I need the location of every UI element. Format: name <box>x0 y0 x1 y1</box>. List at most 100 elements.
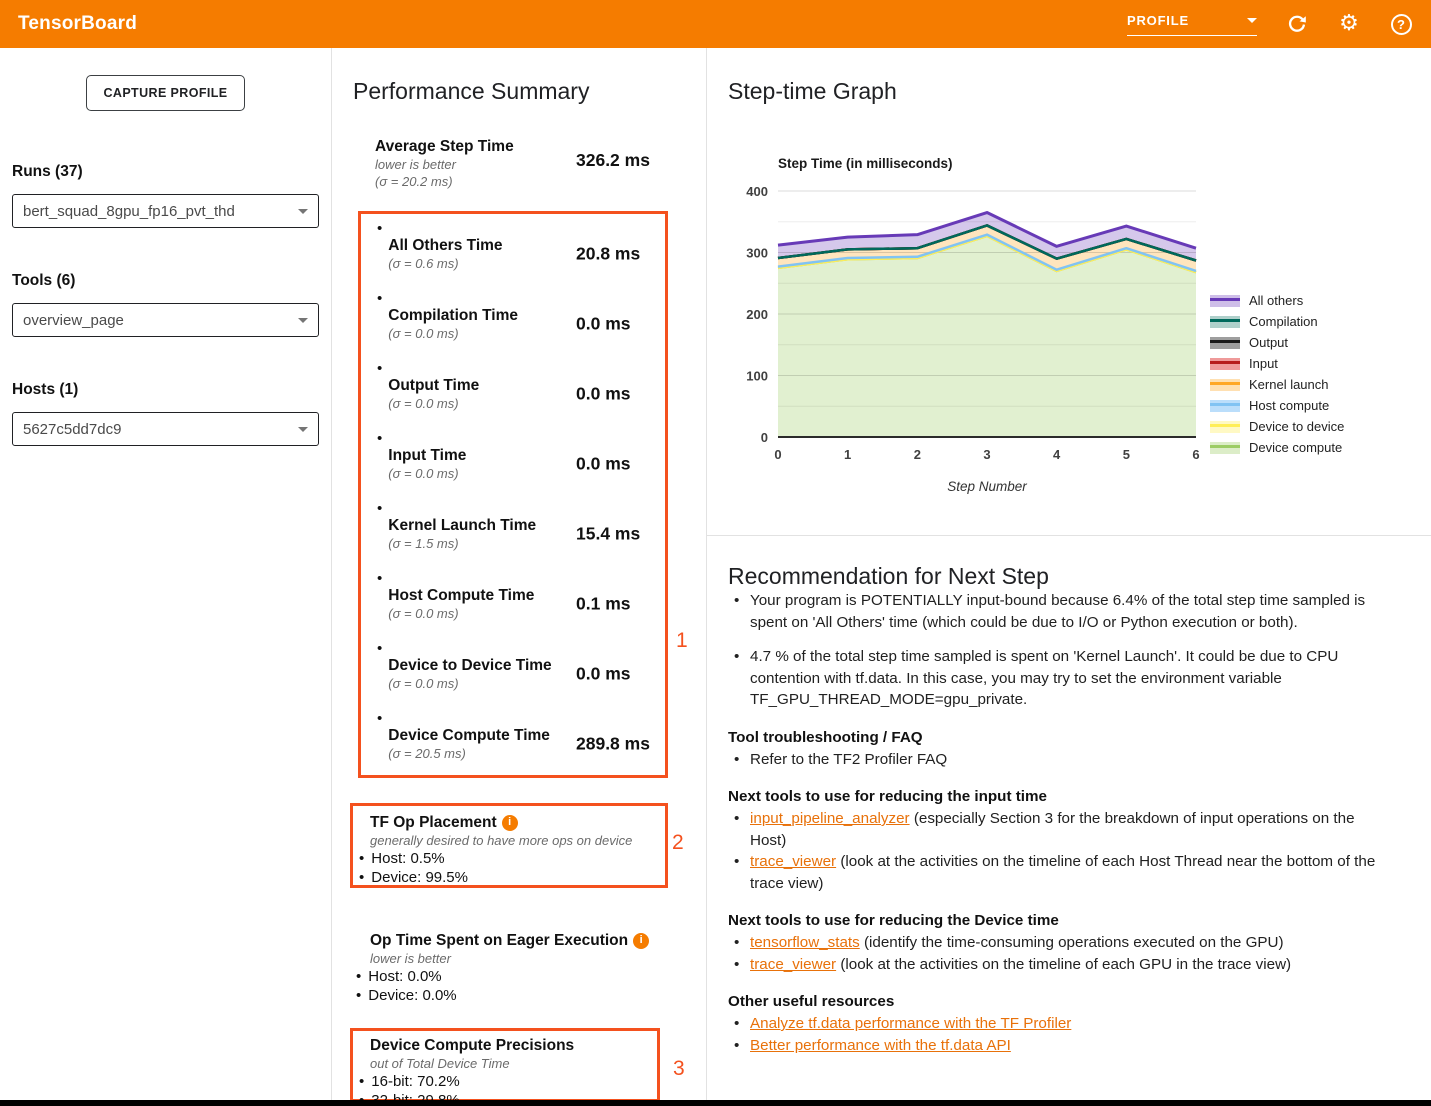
recommendation-bullet: 4.7 % of the total step time sampled is … <box>728 646 1388 711</box>
perf-item: • Device to Device Time (σ = 0.0 ms) 0.0… <box>361 639 665 709</box>
recommendation-section: Recommendation for Next Step Your progra… <box>728 563 1413 1056</box>
chart-legend: All othersCompilationOutputInputKernel l… <box>1210 290 1344 458</box>
metric-sigma: (σ = 0.6 ms) <box>388 255 502 272</box>
tool-item: tensorflow_stats (identify the time-cons… <box>728 932 1388 954</box>
tf-op-placement-host: Host: 0.5% <box>359 849 665 868</box>
metric-label: Input Time <box>388 446 466 465</box>
metric-sigma: (σ = 0.0 ms) <box>388 605 534 622</box>
svg-text:0: 0 <box>761 430 768 445</box>
precisions-note: out of Total Device Time <box>370 1055 657 1072</box>
svg-text:Step Time (in milliseconds): Step Time (in milliseconds) <box>778 156 953 171</box>
legend-item: Output <box>1210 332 1344 353</box>
refresh-button[interactable] <box>1285 12 1309 36</box>
eager-device: Device: 0.0% <box>356 986 706 1005</box>
chevron-down-icon <box>298 318 308 323</box>
bullet: • <box>377 569 382 587</box>
metric-value: 326.2 ms <box>576 150 650 171</box>
link-analyze-tfdata[interactable]: Analyze tf.data performance with the TF … <box>750 1015 1071 1032</box>
runs-select[interactable]: bert_squad_8gpu_fp16_pvt_thd <box>12 194 319 228</box>
svg-text:0: 0 <box>774 447 781 462</box>
metric-sigma: (σ = 0.0 ms) <box>388 325 518 342</box>
legend-swatch <box>1210 379 1240 391</box>
metric-label: Device to Device Time <box>388 656 551 675</box>
tf-op-placement-device: Device: 99.5% <box>359 868 665 887</box>
performance-summary-panel: Performance Summary Average Step Time lo… <box>332 48 707 1100</box>
eager-host: Host: 0.0% <box>356 967 706 986</box>
help-button[interactable]: ? <box>1389 12 1413 36</box>
legend-swatch <box>1210 337 1240 349</box>
gear-icon: ⚙ <box>1339 13 1359 35</box>
legend-swatch <box>1210 358 1240 370</box>
info-icon[interactable]: i <box>502 815 518 831</box>
chevron-down-icon <box>298 427 308 432</box>
faq-item: Refer to the TF2 Profiler FAQ <box>728 749 1388 771</box>
link-input-pipeline-analyzer[interactable]: input_pipeline_analyzer <box>750 810 910 827</box>
metric-label: Kernel Launch Time <box>388 516 536 535</box>
metric-value: 15.4 ms <box>576 524 640 545</box>
recommendation-bullet: Your program is POTENTIALLY input-bound … <box>728 590 1388 633</box>
tf-op-placement-title: TF Op Placementi <box>370 813 665 832</box>
metric-sigma: (σ = 0.0 ms) <box>388 395 479 412</box>
tools-select-value: overview_page <box>23 312 124 329</box>
device-tools-heading: Next tools to use for reducing the Devic… <box>728 912 1413 929</box>
metric-sigma: (σ = 20.2 ms) <box>375 173 706 190</box>
precisions-32bit: 32-bit: 29.8% <box>359 1091 657 1100</box>
perf-item: • Compilation Time (σ = 0.0 ms) 0.0 ms <box>361 289 665 359</box>
perf-item: • All Others Time (σ = 0.6 ms) 20.8 ms <box>361 219 665 289</box>
link-better-performance-tfdata[interactable]: Better performance with the tf.data API <box>750 1037 1011 1054</box>
svg-text:1: 1 <box>844 447 851 462</box>
bullet: • <box>377 359 382 377</box>
svg-text:2: 2 <box>914 447 921 462</box>
svg-text:5: 5 <box>1123 447 1130 462</box>
annotation-box-2: TF Op Placementi generally desired to ha… <box>350 803 668 888</box>
tool-item: input_pipeline_analyzer (especially Sect… <box>728 808 1388 851</box>
svg-text:Step Number: Step Number <box>947 479 1027 494</box>
legend-swatch <box>1210 316 1240 328</box>
hosts-label: Hosts (1) <box>12 381 331 399</box>
metric-label: Host Compute Time <box>388 586 534 605</box>
legend-swatch <box>1210 400 1240 412</box>
legend-swatch <box>1210 421 1240 433</box>
main-panel: Step-time Graph 01002003004000123456Step… <box>707 48 1431 1100</box>
perf-item: • Device Compute Time (σ = 20.5 ms) 289.… <box>361 709 665 779</box>
svg-text:6: 6 <box>1192 447 1199 462</box>
dashboard-selector[interactable]: PROFILE <box>1127 13 1257 36</box>
annotation-number-1: 1 <box>676 629 688 653</box>
link-trace-viewer[interactable]: trace_viewer <box>750 956 836 973</box>
bullet: • <box>377 709 382 727</box>
bullet: • <box>377 499 382 517</box>
sidebar: CAPTURE PROFILE Runs (37) bert_squad_8gp… <box>0 48 332 1100</box>
metric-value: 0.0 ms <box>576 314 630 335</box>
step-time-graph-title: Step-time Graph <box>728 78 1431 105</box>
tf-op-placement-note: generally desired to have more ops on de… <box>370 832 665 849</box>
capture-profile-button[interactable]: CAPTURE PROFILE <box>86 75 244 111</box>
svg-text:200: 200 <box>746 307 768 322</box>
svg-text:4: 4 <box>1053 447 1061 462</box>
precisions-title: Device Compute Precisions <box>370 1036 657 1055</box>
chevron-down-icon <box>1247 18 1257 23</box>
perf-item: • Input Time (σ = 0.0 ms) 0.0 ms <box>361 429 665 499</box>
legend-item: Input <box>1210 353 1344 374</box>
metric-sigma: (σ = 0.0 ms) <box>388 465 466 482</box>
faq-heading: Tool troubleshooting / FAQ <box>728 729 1413 746</box>
legend-swatch <box>1210 295 1240 307</box>
tool-item-description: (look at the activities on the timeline … <box>836 956 1291 973</box>
metric-note: lower is better <box>375 156 706 173</box>
svg-text:400: 400 <box>746 184 768 199</box>
tools-select[interactable]: overview_page <box>12 303 319 337</box>
info-icon[interactable]: i <box>633 933 649 949</box>
other-resources-heading: Other useful resources <box>728 993 1413 1010</box>
input-tools-heading: Next tools to use for reducing the input… <box>728 788 1413 805</box>
app-title: TensorBoard <box>18 13 137 35</box>
metric-label: Device Compute Time <box>388 726 550 745</box>
eager-title: Op Time Spent on Eager Executioni <box>370 931 706 950</box>
link-tensorflow-stats[interactable]: tensorflow_stats <box>750 934 860 951</box>
link-trace-viewer[interactable]: trace_viewer <box>750 853 836 870</box>
svg-text:100: 100 <box>746 369 768 384</box>
hosts-select[interactable]: 5627c5dd7dc9 <box>12 412 319 446</box>
metric-value: 0.1 ms <box>576 594 630 615</box>
metric-label: Average Step Time <box>375 137 706 156</box>
average-step-time-row: Average Step Time lower is better (σ = 2… <box>332 137 706 189</box>
chevron-down-icon <box>298 209 308 214</box>
settings-button[interactable]: ⚙ <box>1337 12 1361 36</box>
